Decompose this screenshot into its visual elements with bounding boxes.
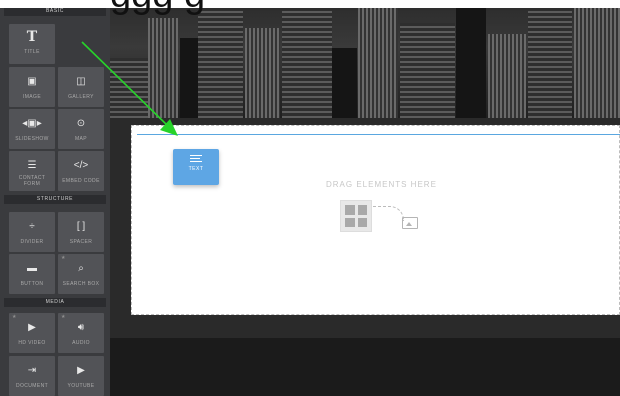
drag-arrow-line [81, 41, 169, 127]
drag-arrow [81, 41, 178, 136]
